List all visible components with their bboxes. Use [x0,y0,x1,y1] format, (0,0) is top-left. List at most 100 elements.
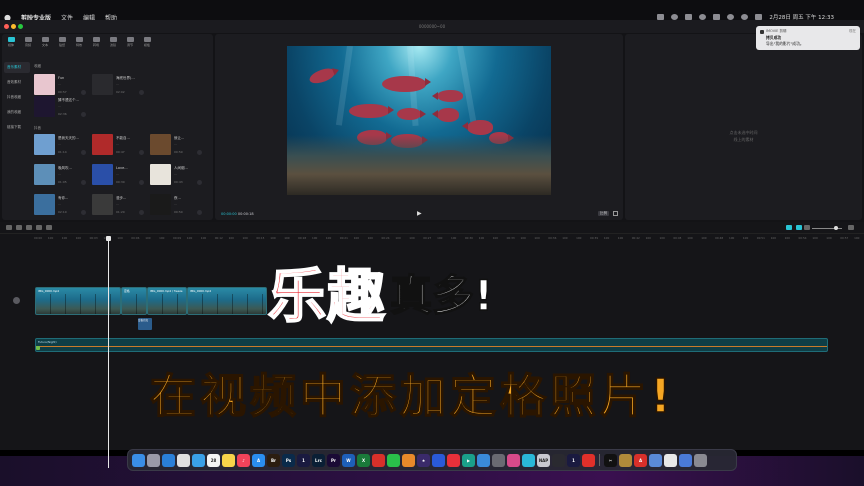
wechat-icon[interactable] [387,453,400,467]
link-icon[interactable] [796,225,802,230]
media-item[interactable]: Love...... 00:30 [92,164,146,188]
fit-icon[interactable] [848,225,854,230]
media-item[interactable]: 漫步...... 01:20 [92,194,146,218]
add-to-timeline-icon[interactable] [139,150,144,155]
media-item[interactable]: 有你...... 02:10 [34,194,88,218]
notes-icon[interactable] [222,453,235,467]
tab-6[interactable]: 滤镜 [106,36,120,48]
app-red-icon[interactable] [372,453,385,467]
add-to-timeline-icon[interactable] [81,150,86,155]
sidebar-item-2[interactable]: 抖音收藏 [4,92,30,103]
add-to-timeline-icon[interactable] [81,180,86,185]
chrome-icon[interactable] [177,453,190,467]
downloads-icon[interactable] [679,453,692,467]
video-clip[interactable]: IMG_0000.mp4 [187,287,267,315]
add-to-timeline-icon[interactable] [81,210,86,215]
sidebar-item-3[interactable]: 我的收藏 [4,107,30,118]
media-item[interactable]: 是我天天的...... 01:14 [34,134,88,158]
tab-7[interactable]: 调节 [123,36,137,48]
calendar-icon[interactable]: 28 [207,453,220,467]
play-button[interactable]: ▶ [417,210,422,217]
video-clip[interactable]: IMG_0000.mp4 / freeze [147,287,187,315]
audio-marker[interactable] [36,346,40,350]
one-icon[interactable]: 1 [297,453,310,467]
media-item[interactable]: 不能自...... 00:47 [92,134,146,158]
media-item[interactable]: Fun... 00:57 [34,74,88,98]
app-gold-icon[interactable] [619,453,632,467]
ruler-tick: 100 [562,236,568,240]
add-to-timeline-icon[interactable] [81,112,86,117]
add-to-timeline-icon[interactable] [81,90,86,95]
excel-icon[interactable]: X [357,453,370,467]
preview-axis-icon[interactable] [804,225,810,230]
sidebar-item-1[interactable]: 音效素材 [4,77,30,88]
zoom-slider-handle[interactable] [834,226,838,230]
ratio-button[interactable]: 比例 [598,211,609,216]
capcut-icon[interactable]: ✂ [604,453,617,467]
tab-8[interactable]: 模板 [140,36,154,48]
playhead[interactable] [108,238,109,468]
media-item[interactable]: 就让...... 00:59 [150,134,204,158]
add-to-timeline-icon[interactable] [139,90,144,95]
safari-icon[interactable] [162,453,175,467]
app-cloud-icon[interactable] [477,453,490,467]
add-to-timeline-icon[interactable] [139,210,144,215]
app-red2-icon[interactable] [447,453,460,467]
tab-1[interactable]: 音频 [21,36,35,48]
sidebar-item-0[interactable]: 音乐素材 [4,62,30,73]
add-to-timeline-icon[interactable] [197,150,202,155]
app-pale-icon[interactable]: NAP [537,453,550,467]
redo-icon[interactable] [26,225,32,230]
bridge-icon[interactable]: Br [267,453,280,467]
timeline-ruler[interactable]: 00:00 100 100 100 00:03 100 100 00:06 100 100 00:0… [0,235,864,244]
add-to-timeline-icon[interactable] [139,180,144,185]
preview-icon[interactable] [649,453,662,467]
appstore-icon[interactable]: A [252,453,265,467]
app-orange-icon[interactable] [402,453,415,467]
app-red3-icon[interactable] [582,453,595,467]
delete-icon[interactable] [46,225,52,230]
media-item[interactable]: 人间烟...... 00:43 [150,164,204,188]
app-pink-icon[interactable] [507,453,520,467]
add-to-timeline-icon[interactable] [197,180,202,185]
finder-icon[interactable] [132,453,145,467]
acrobat-icon[interactable]: A [634,453,647,467]
tab-3[interactable]: 贴纸 [55,36,69,48]
tab-4[interactable]: 特效 [72,36,86,48]
video-preview[interactable] [287,46,551,195]
fullscreen-icon[interactable] [613,211,618,216]
lightroom-icon[interactable]: Lrc [312,453,325,467]
undo-icon[interactable] [16,225,22,230]
app-cyan-icon[interactable] [522,453,535,467]
app-dark-icon[interactable] [552,453,565,467]
track-settings-icon[interactable] [13,297,20,304]
freeze-frame-clip[interactable]: 定格 [121,287,147,315]
media-item[interactable]: 猜不透这个...... 02:36 [34,96,88,120]
tab-2[interactable]: 文本 [38,36,52,48]
audio-clip[interactable]: Future(Night) [35,338,828,352]
music-icon[interactable]: ♪ [237,453,250,467]
media-item[interactable]: 海底世界(...... 02:02 [92,74,146,98]
notification[interactable]: IMOVIE 剪辑 现在 拷贝成功 导出"我的影片"成功。 [756,26,860,50]
premiere-icon[interactable]: Pr [327,453,340,467]
add-to-timeline-icon[interactable] [197,210,202,215]
split-icon[interactable] [36,225,42,230]
word-icon[interactable]: W [342,453,355,467]
trash-icon[interactable] [694,453,707,467]
app-grey-icon[interactable] [492,453,505,467]
launchpad-icon[interactable] [147,453,160,467]
app-star-icon[interactable]: ★ [417,453,430,467]
app-play-icon[interactable]: ▶ [462,453,475,467]
photoshop-icon[interactable]: Ps [282,453,295,467]
app-one2-icon[interactable]: 1 [567,453,580,467]
select-tool-icon[interactable] [6,225,12,230]
media-item[interactable]: 夜...... 00:50 [150,194,204,218]
app-blue-icon[interactable] [432,453,445,467]
media-item[interactable]: 晚风吹...... 01:05 [34,164,88,188]
mail-icon[interactable] [192,453,205,467]
magnet-icon[interactable] [786,225,792,230]
app-doc-icon[interactable] [664,453,677,467]
sidebar-item-4[interactable]: 链接下载 [4,122,30,133]
tab-0[interactable]: 媒体 [4,36,18,48]
tab-5[interactable]: 转场 [89,36,103,48]
